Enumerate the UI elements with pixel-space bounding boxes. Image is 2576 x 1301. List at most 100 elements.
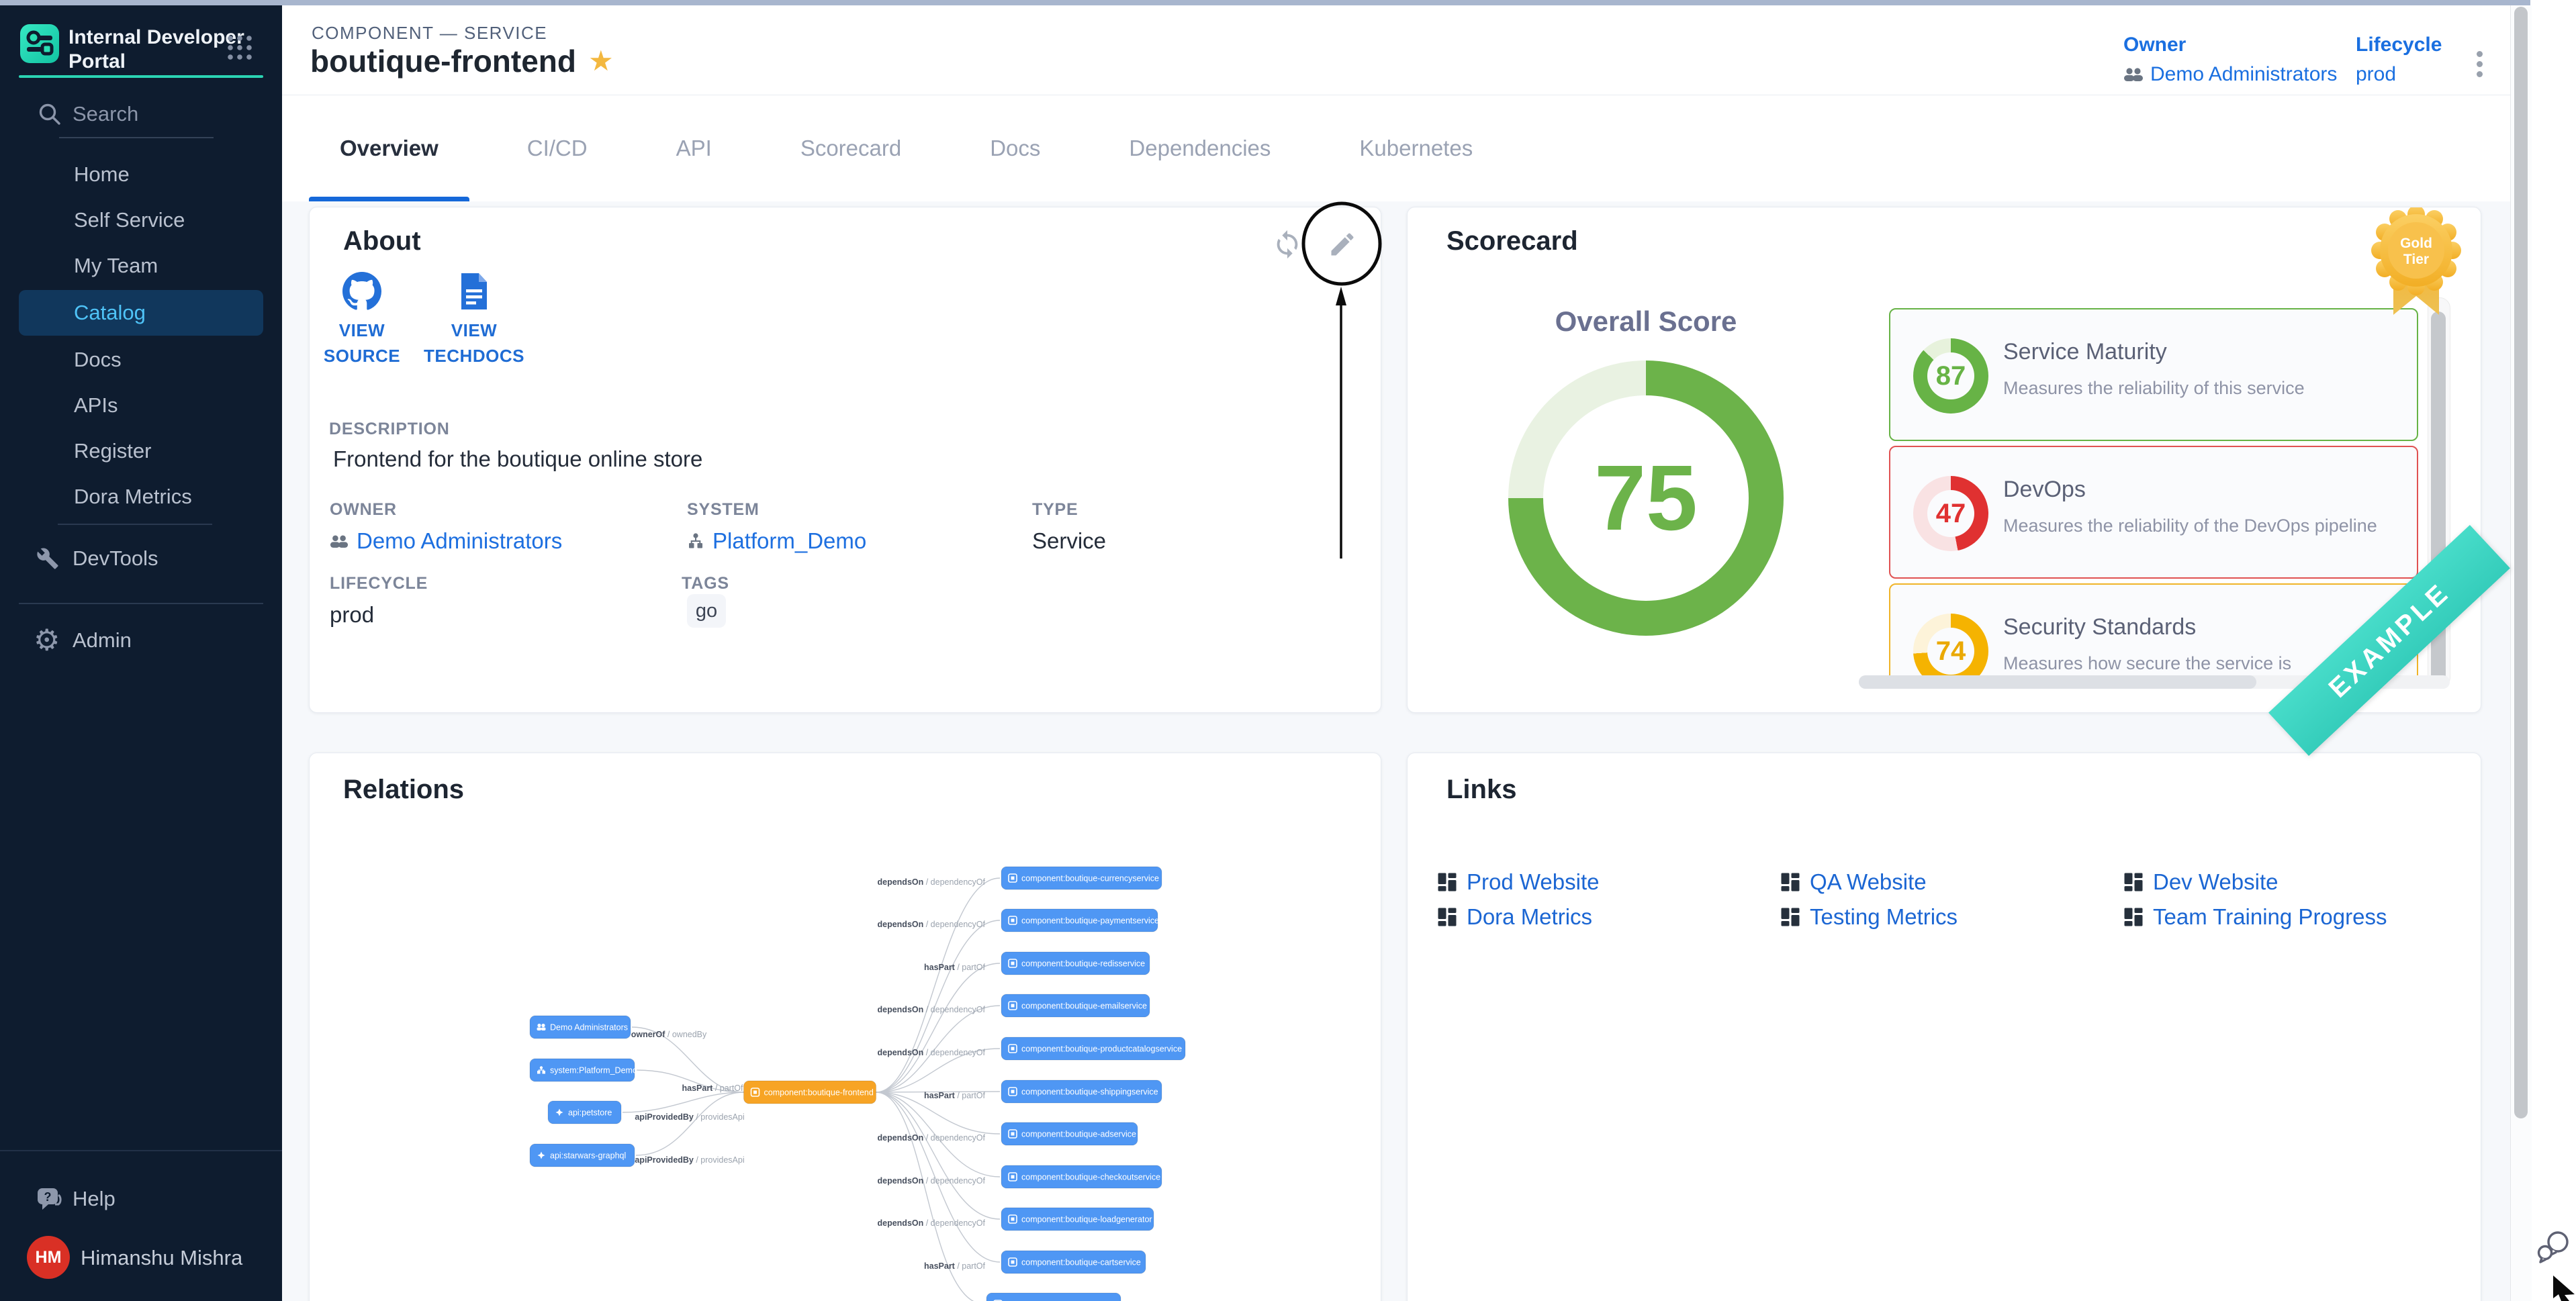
sidebar-item-help[interactable]: ? Help (0, 1176, 282, 1222)
svg-text:component:boutique-frontend: component:boutique-frontend (764, 1088, 874, 1098)
metric-name: DevOps (2003, 477, 2086, 503)
search-placeholder: Search (73, 102, 138, 126)
search-underline (59, 137, 214, 138)
sidebar-divider (19, 603, 263, 604)
sidebar-item-docs[interactable]: Docs (0, 337, 282, 383)
page-scrollbar-thumb[interactable] (2514, 7, 2528, 1118)
user-name[interactable]: Himanshu Mishra (81, 1246, 242, 1270)
graph-node-component-boutique-productcatalogservice[interactable]: component:boutique-productcatalogservice (1001, 1037, 1185, 1060)
system-field-link[interactable]: Platform_Demo (687, 528, 866, 554)
tag-chip-go[interactable]: go (687, 594, 726, 628)
link-dora-metrics[interactable]: Dora Metrics (1437, 904, 1780, 930)
links-title: Links (1446, 775, 1516, 805)
metric-name: Security Standards (2003, 614, 2196, 640)
system-icon (687, 532, 704, 550)
apps-grid-icon[interactable] (224, 32, 255, 63)
graph-node-demo-administrators[interactable]: Demo Administrators (530, 1016, 631, 1039)
header-owner-chip: Owner Demo Administrators (2123, 34, 2337, 86)
about-title: About (343, 226, 421, 256)
svg-text:dependsOn / dependencyOf: dependsOn / dependencyOf (878, 1005, 986, 1014)
sidebar-item-register[interactable]: Register (0, 428, 282, 474)
svg-text:Demo Administrators: Demo Administrators (550, 1023, 628, 1032)
graph-node-component-boutique-shippingservice[interactable]: component:boutique-shippingservice (1001, 1080, 1162, 1103)
metric-ring: 87 (1913, 338, 1988, 414)
svg-text:Gold: Gold (2400, 236, 2432, 251)
about-card: About VIEWSOURCE VIEWTECHDOCS DESCRIPTIO… (309, 207, 1381, 713)
graph-node-component-boutique-emailservice[interactable]: component:boutique-emailservice (1001, 994, 1150, 1017)
graph-node-component-boutique-paymentservice[interactable]: component:boutique-paymentservice (1001, 909, 1159, 932)
sidebar-item-admin[interactable]: ⚙ Admin (0, 618, 282, 663)
sidebar-divider (0, 1150, 282, 1151)
tab-overview[interactable]: Overview (309, 95, 469, 201)
sidebar-item-self-service[interactable]: Self Service (0, 197, 282, 243)
svg-text:dependsOn / dependencyOf: dependsOn / dependencyOf (878, 920, 986, 929)
mouse-cursor (2552, 1274, 2576, 1301)
lifecycle-label: Lifecycle (2356, 34, 2442, 56)
graph-node-component-boutique-currencyservice[interactable]: component:boutique-currencyservice (1001, 867, 1162, 889)
tab-docs[interactable]: Docs (959, 95, 1071, 201)
lifecycle-field-label: LIFECYCLE (330, 574, 428, 593)
metric-card-service-maturity[interactable]: 87 Service Maturity Measures the reliabi… (1889, 308, 2418, 441)
graph-node-component-boutique-frontend[interactable]: component:boutique-frontend (744, 1081, 876, 1104)
edit-pencil-icon[interactable] (1328, 230, 1357, 259)
owner-label: Owner (2123, 34, 2337, 56)
tab-cicd[interactable]: CI/CD (496, 95, 618, 201)
link-qa-website[interactable]: QA Website (1780, 869, 2123, 895)
graph-node-component-boutique-cartservice[interactable]: component:boutique-cartservice (1001, 1251, 1146, 1273)
admin-label: Admin (73, 628, 132, 653)
relations-graph: ownerOf / ownedByhasPart / partOfapiProv… (310, 753, 1381, 1301)
more-options-icon[interactable] (2477, 51, 2483, 77)
graph-node-api-petstore[interactable]: api:petstore (548, 1101, 621, 1124)
avatar[interactable]: HM (27, 1236, 70, 1279)
people-icon (2123, 66, 2144, 83)
refresh-icon[interactable] (1272, 229, 1303, 260)
owner-link[interactable]: Demo Administrators (2123, 63, 2337, 86)
svg-text:dependsOn / dependencyOf: dependsOn / dependencyOf (878, 1133, 986, 1143)
chat-bubbles-icon[interactable] (2536, 1227, 2572, 1265)
sidebar-divider (58, 524, 212, 525)
owner-field-link[interactable]: Demo Administrators (330, 528, 562, 554)
links-card: Links Prod Website QA Website Dev Websit… (1407, 753, 2481, 1301)
view-techdocs-link[interactable]: VIEWTECHDOCS (420, 272, 528, 369)
svg-text:system:Platform_Demo: system:Platform_Demo (550, 1066, 637, 1075)
link-dev-website[interactable]: Dev Website (2123, 869, 2467, 895)
tab-scorecard[interactable]: Scorecard (770, 95, 932, 201)
svg-text:component:boutique-checkoutser: component:boutique-checkoutservice (1021, 1173, 1160, 1182)
graph-node-partial[interactable] (986, 1293, 1121, 1301)
sidebar-item-catalog[interactable]: Catalog (19, 290, 263, 336)
page-title: boutique-frontend (310, 43, 576, 79)
favorite-star-icon[interactable]: ★ (588, 46, 614, 77)
devtools-label: DevTools (73, 546, 158, 571)
link-testing-metrics[interactable]: Testing Metrics (1780, 904, 2123, 930)
graph-node-component-boutique-redisservice[interactable]: component:boutique-redisservice (1001, 952, 1150, 975)
sidebar-item-home[interactable]: Home (0, 152, 282, 197)
sidebar-item-devtools[interactable]: DevTools (0, 536, 282, 581)
tab-kubernetes[interactable]: Kubernetes (1328, 95, 1504, 201)
graph-node-system-platform-demo[interactable]: system:Platform_Demo (530, 1059, 637, 1081)
metric-card-devops[interactable]: 47 DevOps Measures the reliability of th… (1889, 446, 2418, 579)
links-grid: Prod Website QA Website Dev Website Dora… (1437, 865, 2467, 934)
scorecard-title: Scorecard (1446, 226, 1578, 256)
sidebar-item-dora-metrics[interactable]: Dora Metrics (0, 474, 282, 520)
window-top-strip (0, 0, 2530, 5)
overall-score-value: 75 (1594, 445, 1698, 552)
graph-node-api-starwars-graphql[interactable]: api:starwars-graphql (530, 1144, 635, 1167)
sidebar-item-apis[interactable]: APIs (0, 383, 282, 428)
lifecycle-field-value: prod (330, 602, 374, 628)
graph-node-component-boutique-adservice[interactable]: component:boutique-adservice (1001, 1122, 1138, 1145)
sidebar-item-my-team[interactable]: My Team (0, 243, 282, 289)
svg-text:hasPart / partOf: hasPart / partOf (924, 963, 986, 972)
graph-node-component-boutique-loadgenerator[interactable]: component:boutique-loadgenerator (1001, 1208, 1154, 1231)
view-source-link[interactable]: VIEWSOURCE (308, 272, 416, 369)
graph-node-component-boutique-checkoutservice[interactable]: component:boutique-checkoutservice (1001, 1165, 1162, 1188)
description-value: Frontend for the boutique online store (333, 446, 702, 472)
search-input[interactable]: Search (0, 98, 282, 138)
tab-api[interactable]: API (645, 95, 743, 201)
link-prod-website[interactable]: Prod Website (1437, 869, 1780, 895)
tab-dependencies[interactable]: Dependencies (1098, 95, 1301, 201)
type-field-value: Service (1032, 528, 1106, 554)
metric-desc: Measures the reliability of the DevOps p… (2003, 516, 2377, 536)
link-team-training-progress[interactable]: Team Training Progress (2123, 904, 2467, 930)
scorecard-hscrollbar-thumb[interactable] (1859, 675, 2256, 689)
scorecard-card: Scorecard Overall Score 75 87 Service Ma… (1407, 207, 2481, 713)
